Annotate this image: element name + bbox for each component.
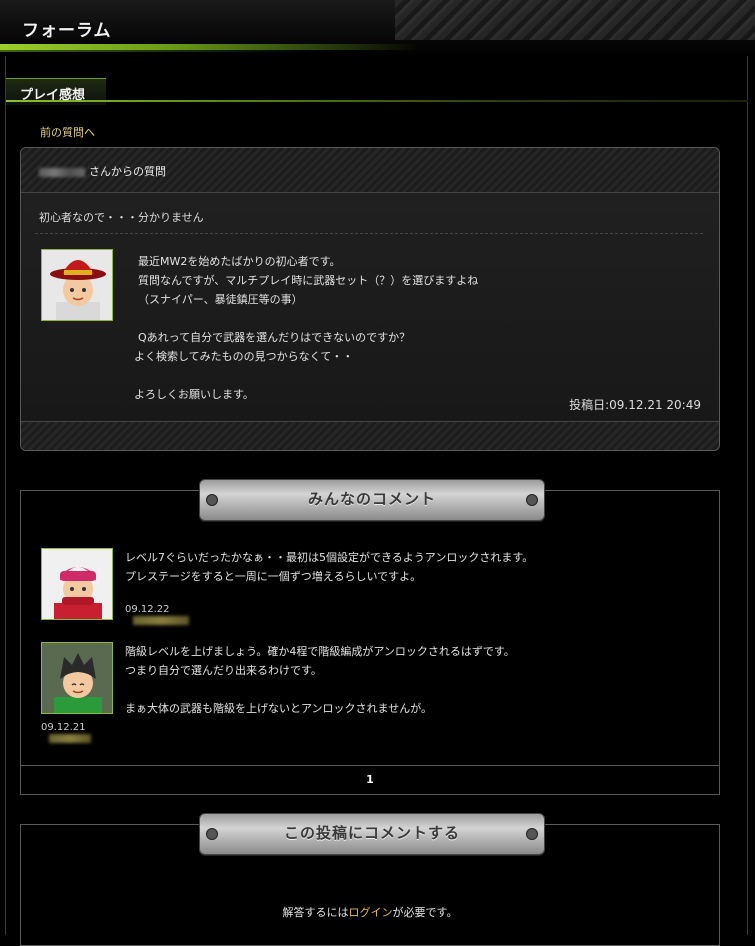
divider xyxy=(35,233,703,234)
section-green-line xyxy=(6,100,748,102)
comment-form-title: この投稿にコメントする xyxy=(283,824,460,842)
header-metal-texture xyxy=(395,0,755,40)
header-green-underline xyxy=(0,50,300,52)
section-title: プレイ感想 xyxy=(20,88,86,103)
avatar-commenter-2[interactable] xyxy=(41,642,113,714)
question-body: 初心者なので・・・分かりません 最近MW2を始めたばかりの初心者です。 質問なん… xyxy=(21,193,719,421)
login-required-message: 解答するにはログインが必要です。 xyxy=(21,904,719,920)
question-header: さんからの質問 xyxy=(21,148,719,193)
comment-text: レベル7ぐらいだったかなぁ・・最初は5個設定ができるようアンロックされます。 プ… xyxy=(125,548,715,586)
comment-line: プレステージをすると一周に一個ずつ増えるらしいですよ。 xyxy=(125,570,422,583)
bolt-icon xyxy=(206,828,218,840)
avatar-commenter-1[interactable] xyxy=(41,548,113,620)
question-line: （スナイパー、暴徒鎮圧等の事） xyxy=(138,293,303,306)
prev-question-link[interactable]: 前の質問へ xyxy=(40,124,95,140)
question-footer xyxy=(21,421,719,450)
comment-form-panel: この投稿にコメントする 解答するにはログインが必要です。 xyxy=(20,813,720,946)
comment-line: 階級レベルを上げましょう。確か4程で階級編成がアンロックされるはずです。 xyxy=(125,645,515,658)
question-line: Qあれって自分で武器を選んだりはできないのですか？ xyxy=(138,331,411,344)
login-msg-after: が必要です。 xyxy=(392,906,458,919)
comment-line: つまり自分で選んだり出来るわけです。 xyxy=(125,664,322,677)
comment-line xyxy=(125,680,715,699)
comment-form-title-plate: この投稿にコメントする xyxy=(199,813,545,855)
comments-panel: みんなのコメント レベル7ぐらいだったかなぁ・・最初は5個設定ができるようアンロ… xyxy=(20,479,720,795)
login-link[interactable]: ログイン xyxy=(349,906,393,919)
blurred-username xyxy=(49,733,91,743)
pagination: 1 xyxy=(21,765,719,794)
bolt-icon xyxy=(526,494,538,506)
comment-line: まぁ大体の武器も階級を上げないとアンロックされませんが。 xyxy=(125,702,433,715)
login-msg-before: 解答するには xyxy=(282,906,349,919)
comment-meta: 09.12.22 xyxy=(125,604,193,626)
question-title: 初心者なので・・・分かりません xyxy=(39,211,204,224)
question-line: 最近MW2を始めたばかりの初心者です。 xyxy=(138,255,341,268)
author-suffix: さんからの質問 xyxy=(89,165,166,178)
question-panel: さんからの質問 初心者なので・・・分かりません 最近MW2を始めたばかりの初心者… xyxy=(20,147,720,451)
question-line: よく検索してみたものの見つからなくて・・ xyxy=(134,350,354,363)
question-author: さんからの質問 xyxy=(39,163,166,179)
question-text: 最近MW2を始めたばかりの初心者です。 質問なんですが、マルチプレイ時に武器セッ… xyxy=(134,252,694,404)
forum-title: フォーラム xyxy=(22,21,112,41)
comments-title: みんなのコメント xyxy=(307,490,436,508)
question-line: 質問なんですが、マルチプレイ時に武器セット（？）を選びますよね xyxy=(138,274,479,287)
avatar-question-author[interactable] xyxy=(41,249,113,321)
blurred-username xyxy=(133,615,189,625)
page-number-1[interactable]: 1 xyxy=(366,773,374,786)
comment-line: レベル7ぐらいだったかなぁ・・最初は5個設定ができるようアンロックされます。 xyxy=(125,551,534,564)
bolt-icon xyxy=(206,494,218,506)
comments-title-plate: みんなのコメント xyxy=(199,479,545,521)
comment-date: 09.12.22 xyxy=(125,604,170,615)
question-line xyxy=(134,366,694,385)
bolt-icon xyxy=(526,828,538,840)
comment-date: 09.12.21 xyxy=(41,722,86,733)
blurred-username xyxy=(39,167,85,177)
forum-header: フォーラム xyxy=(0,0,755,56)
avatar-image xyxy=(42,549,112,619)
comment-text: 階級レベルを上げましょう。確か4程で階級編成がアンロックされるはずです。 つまり… xyxy=(125,642,715,718)
avatar-image xyxy=(42,643,112,713)
comment-meta: 09.12.21 xyxy=(41,722,95,744)
section-header: プレイ感想 xyxy=(6,78,748,105)
posted-date: 投稿日:09.12.21 20:49 xyxy=(569,398,701,412)
avatar-image xyxy=(42,250,112,320)
question-line xyxy=(134,309,694,328)
